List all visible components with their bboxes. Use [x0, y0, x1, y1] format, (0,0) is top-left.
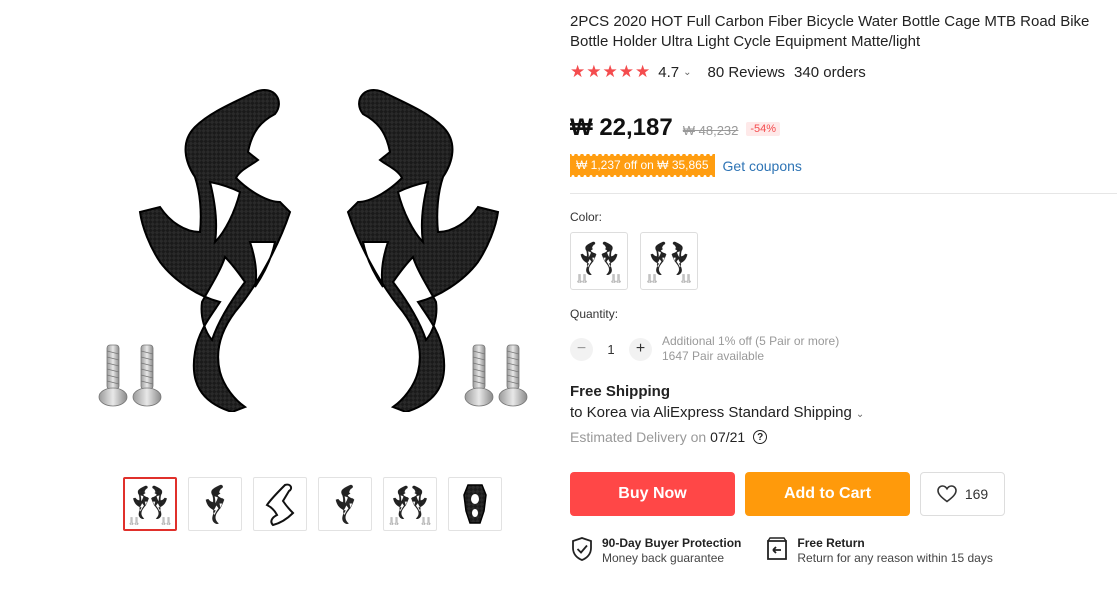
thumbnail-1[interactable] — [123, 477, 177, 531]
estimated-delivery: Estimated Delivery on 07/21 ? — [570, 429, 768, 445]
color-option-1[interactable] — [570, 232, 628, 290]
rating-value[interactable]: 4.7 — [658, 64, 679, 81]
original-price: ₩ 48,232 — [682, 123, 739, 138]
shipping-title: Free Shipping — [570, 383, 671, 400]
question-icon[interactable]: ? — [753, 430, 768, 444]
guarantee-subtitle: Return for any reason within 15 days — [797, 551, 993, 565]
buy-now-button[interactable]: Buy Now — [570, 472, 735, 516]
quantity-label: Quantity: — [570, 307, 619, 321]
guarantees: 90-Day Buyer Protection Money back guara… — [570, 536, 993, 566]
color-options — [570, 232, 698, 290]
thumbnail-4[interactable] — [318, 477, 372, 531]
guarantee-title: 90-Day Buyer Protection — [602, 536, 742, 550]
free-return[interactable]: Free Return Return for any reason within… — [765, 536, 993, 566]
divider — [570, 193, 1117, 194]
stock-available-text: 1647 Pair available — [662, 349, 765, 363]
product-title: 2PCS 2020 HOT Full Carbon Fiber Bicycle … — [570, 13, 1090, 50]
shipping-method-selector[interactable]: to Korea via AliExpress Standard Shippin… — [570, 404, 864, 421]
chevron-down-icon[interactable]: ⌄ — [683, 67, 691, 78]
price-row: ₩ 22,187 ₩ 48,232 -54% — [570, 114, 781, 142]
main-product-image[interactable] — [90, 62, 540, 430]
thumbnail-2[interactable] — [188, 477, 242, 531]
reviews-link[interactable]: 80 Reviews — [708, 64, 786, 81]
thumbnail-strip — [123, 477, 502, 531]
increase-quantity-button[interactable]: + — [629, 337, 652, 361]
quantity-info: Additional 1% off (5 Pair or more) 1647 … — [662, 334, 839, 364]
bulk-discount-text: Additional 1% off (5 Pair or more) — [662, 334, 840, 348]
current-price: ₩ 22,187 — [570, 114, 673, 141]
star-icon: ★ — [586, 62, 602, 81]
coupon-row: ₩ 1,237 off on ₩ 35,865 Get coupons — [570, 153, 802, 178]
heart-icon — [937, 485, 957, 503]
star-icon: ★ — [570, 62, 586, 81]
discount-badge: -54% — [746, 122, 781, 136]
star-icon: ★ — [635, 62, 651, 81]
buyer-protection[interactable]: 90-Day Buyer Protection Money back guara… — [570, 536, 741, 566]
rating-row: ★ ★ ★ ★ ★ 4.7 ⌄ 80 Reviews 340 orders — [570, 62, 866, 82]
return-box-icon — [767, 537, 788, 560]
wishlist-count: 169 — [964, 486, 989, 502]
delivery-label: Estimated Delivery on — [570, 429, 707, 445]
shield-check-icon — [572, 537, 592, 561]
star-rating: ★ ★ ★ ★ ★ — [570, 62, 650, 82]
guarantee-title: Free Return — [797, 536, 865, 550]
star-icon: ★ — [602, 62, 618, 81]
quantity-stepper: − + Additional 1% off (5 Pair or more) 1… — [570, 334, 839, 364]
orders-count: 340 orders — [794, 63, 866, 81]
bottle-cage-image — [98, 88, 528, 412]
wishlist-button[interactable]: 169 — [920, 472, 1005, 516]
delivery-date: 07/21 — [710, 429, 746, 445]
thumbnail-3[interactable] — [253, 477, 307, 531]
decrease-quantity-button[interactable]: − — [570, 337, 593, 361]
coupon-tag[interactable]: ₩ 1,237 off on ₩ 35,865 — [570, 153, 715, 178]
thumbnail-6[interactable] — [448, 477, 502, 531]
star-icon: ★ — [618, 62, 634, 81]
chevron-down-icon: ⌄ — [855, 409, 865, 420]
action-buttons: Buy Now Add to Cart 169 — [570, 472, 1005, 516]
guarantee-subtitle: Money back guarantee — [602, 551, 725, 565]
shipping-method-text: to Korea via AliExpress Standard Shippin… — [570, 404, 852, 421]
color-label: Color: — [570, 210, 603, 224]
color-option-2[interactable] — [640, 232, 698, 290]
get-coupons-link[interactable]: Get coupons — [723, 158, 802, 174]
add-to-cart-button[interactable]: Add to Cart — [745, 472, 910, 516]
quantity-input[interactable] — [593, 341, 629, 357]
thumbnail-5[interactable] — [383, 477, 437, 531]
